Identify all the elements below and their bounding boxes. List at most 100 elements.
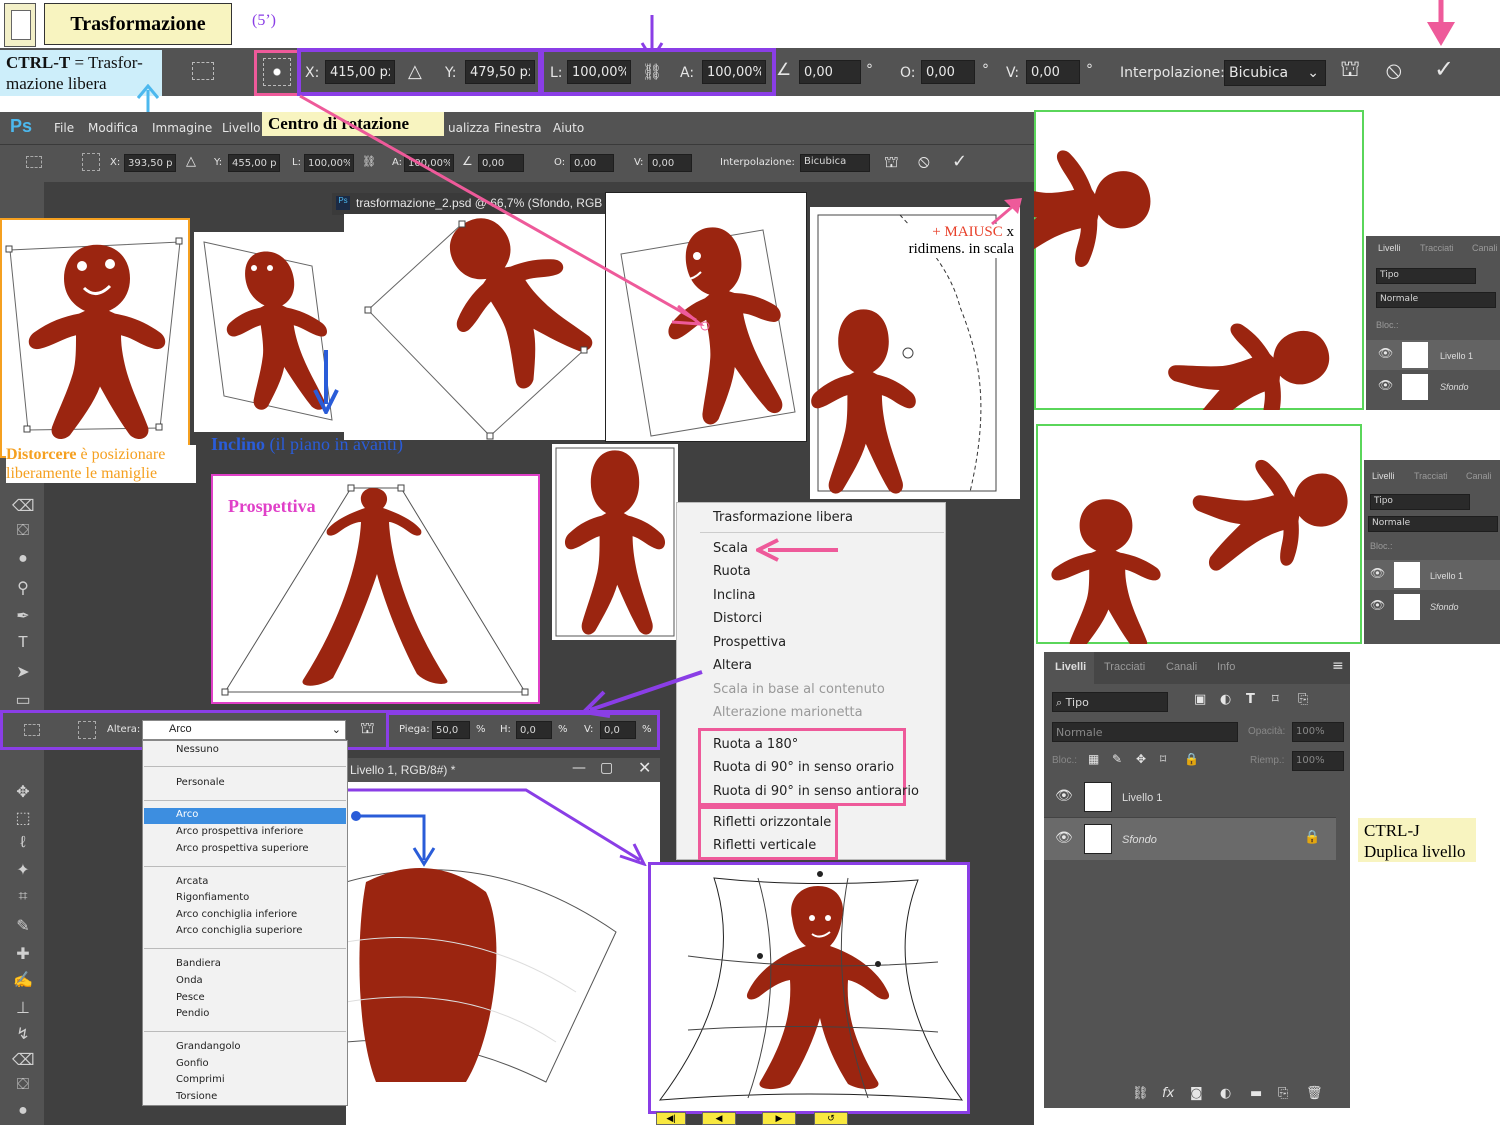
bend-field[interactable] bbox=[432, 721, 470, 739]
vdistort-field[interactable] bbox=[600, 721, 636, 739]
panel-menu-icon[interactable]: ≡ bbox=[1332, 658, 1344, 674]
heal-tool-icon[interactable]: ✚ bbox=[12, 944, 34, 964]
history-brush-icon[interactable]: ↯ bbox=[12, 1024, 34, 1044]
delete-layer-icon[interactable]: 🗑 bbox=[1306, 1086, 1323, 1101]
tab-canali[interactable]: Canali bbox=[1166, 661, 1197, 673]
warp-style-select[interactable]: Arco ⌄ bbox=[142, 720, 346, 740]
bucket2-tool-icon[interactable]: ⛋ bbox=[12, 1076, 34, 1094]
new-layer-icon[interactable]: ⎘ bbox=[1278, 1086, 1288, 1101]
hdistort-field[interactable] bbox=[516, 721, 552, 739]
menu-rotate-90-cw[interactable]: Ruota di 90° in senso orario bbox=[713, 760, 894, 775]
height-field[interactable] bbox=[702, 60, 766, 84]
transform-tool-icon[interactable] bbox=[192, 62, 214, 80]
menu-flip-vertical[interactable]: Rifletti verticale bbox=[713, 838, 816, 853]
small-delta-icon[interactable]: △ bbox=[186, 154, 196, 169]
warp-option-custom[interactable]: Personale bbox=[176, 777, 225, 788]
warp-option-arch[interactable]: Arcata bbox=[176, 876, 208, 887]
layers-blend-mode[interactable]: Normale bbox=[1052, 722, 1238, 742]
blur2-tool-icon[interactable]: ● bbox=[12, 1102, 34, 1120]
hskew-field[interactable] bbox=[921, 60, 975, 84]
eyedropper-tool-icon[interactable]: ✎ bbox=[12, 916, 34, 936]
group-icon[interactable]: ▬ bbox=[1250, 1086, 1262, 1101]
tab-canali-1[interactable]: Canali bbox=[1472, 243, 1498, 253]
filter-shape-icon[interactable]: ⌑ bbox=[1272, 692, 1279, 707]
lock-move-icon[interactable]: ✥ bbox=[1136, 752, 1146, 766]
layer-eye-icon-2[interactable]: 👁 bbox=[1055, 830, 1073, 846]
mask-icon[interactable]: ◙ bbox=[1190, 1086, 1203, 1101]
warp-option-squeeze[interactable]: Comprimi bbox=[176, 1074, 225, 1085]
menu-rotate-90-ccw[interactable]: Ruota di 90° in senso antiorario bbox=[713, 784, 919, 799]
tab-tracciati-2[interactable]: Tracciati bbox=[1414, 471, 1448, 481]
small-transform-icon[interactable] bbox=[26, 156, 42, 168]
text-tool-icon[interactable]: T bbox=[12, 634, 34, 652]
nav-return-button[interactable]: ↺ bbox=[814, 1112, 848, 1125]
blend-mode-2[interactable]: Normale bbox=[1368, 516, 1498, 532]
tab-tracciati-1[interactable]: Tracciati bbox=[1420, 243, 1454, 253]
marquee-tool-icon[interactable]: ⬚ bbox=[12, 808, 34, 828]
fill-field[interactable]: 100% bbox=[1292, 751, 1344, 771]
angle-field[interactable] bbox=[799, 60, 861, 84]
warp-bar-transform-icon[interactable] bbox=[24, 724, 40, 736]
small-x-field[interactable] bbox=[124, 154, 176, 172]
warp-option-inflate[interactable]: Gonfio bbox=[176, 1058, 209, 1069]
cancel-transform-icon[interactable]: ⦸ bbox=[1386, 56, 1402, 84]
tab-livelli-1[interactable]: Livelli bbox=[1378, 243, 1401, 253]
tab-livelli-2[interactable]: Livelli bbox=[1372, 471, 1395, 481]
layer-filter-1[interactable]: Tipo bbox=[1376, 268, 1476, 284]
warp-toggle-icon[interactable]: ⛫ bbox=[1340, 57, 1360, 85]
rect-tool-icon[interactable]: ▭ bbox=[12, 690, 34, 710]
small-y-field[interactable] bbox=[228, 154, 280, 172]
warp-option-fish[interactable]: Pesce bbox=[176, 992, 205, 1003]
vskew-field[interactable] bbox=[1026, 60, 1080, 84]
warp-option-arc-lower[interactable]: Arco prospettiva inferiore bbox=[176, 826, 303, 837]
menu-rotate-180[interactable]: Ruota a 180° bbox=[713, 737, 798, 752]
menu-immagine[interactable]: Immagine bbox=[152, 121, 212, 135]
nav-next-button[interactable]: ▶ bbox=[762, 1112, 796, 1125]
width-field[interactable] bbox=[567, 60, 631, 84]
x-field[interactable] bbox=[325, 60, 395, 84]
tab-livelli[interactable]: Livelli bbox=[1055, 661, 1086, 673]
warp-option-arc-upper[interactable]: Arco prospettiva superiore bbox=[176, 843, 309, 854]
menu-flip-horizontal[interactable]: Rifletti orizzontale bbox=[713, 815, 831, 830]
eye-icon-2b[interactable]: 👁 bbox=[1370, 598, 1385, 612]
layer-eye-icon-1[interactable]: 👁 bbox=[1055, 788, 1073, 804]
bucket-tool-icon[interactable]: ⛋ bbox=[12, 522, 34, 540]
delta-icon[interactable]: △ bbox=[408, 61, 422, 82]
filter-smart-icon[interactable]: ⎘ bbox=[1298, 692, 1308, 707]
menu-rotate[interactable]: Ruota bbox=[713, 564, 751, 579]
blend-mode-1[interactable]: Normale bbox=[1376, 292, 1496, 308]
opacity-field[interactable]: 100% bbox=[1292, 722, 1344, 742]
filter-adjust-icon[interactable]: ◐ bbox=[1220, 692, 1231, 707]
warp-option-wave[interactable]: Onda bbox=[176, 975, 203, 986]
small-warp-icon[interactable]: ⛫ bbox=[884, 152, 899, 173]
crop-tool-icon[interactable]: ⌗ bbox=[12, 888, 34, 906]
warp-option-bulge[interactable]: Rigonfiamento bbox=[176, 892, 249, 903]
small-commit-icon[interactable]: ✓ bbox=[952, 151, 967, 172]
warp-orientation-icon[interactable]: ⛫ bbox=[360, 718, 375, 739]
adjustment-icon[interactable]: ◐ bbox=[1220, 1086, 1231, 1101]
link-layers-icon[interactable]: ⛓ bbox=[1132, 1086, 1149, 1101]
lock-paint-icon[interactable]: ✎ bbox=[1112, 752, 1122, 766]
small-ref-icon[interactable] bbox=[82, 153, 100, 171]
filter-type-icon[interactable]: T bbox=[1246, 692, 1255, 707]
doc-close-icon[interactable]: ✕ bbox=[638, 758, 651, 777]
warp-option-twist[interactable]: Torsione bbox=[176, 1091, 217, 1102]
warp-option-shell-lower[interactable]: Arco conchiglia inferiore bbox=[176, 909, 297, 920]
warp-option-none[interactable]: Nessuno bbox=[176, 744, 219, 755]
menu-modifica[interactable]: Modifica bbox=[88, 121, 138, 135]
eraser2-tool-icon[interactable]: ⌫ bbox=[12, 1050, 35, 1070]
eye-icon-2a[interactable]: 👁 bbox=[1370, 566, 1385, 580]
move-tool-icon[interactable]: ✥ bbox=[12, 782, 34, 802]
warp-option-shell-upper[interactable]: Arco conchiglia superiore bbox=[176, 925, 302, 936]
path-select-tool-icon[interactable]: ➤ bbox=[12, 662, 34, 682]
commit-transform-icon[interactable]: ✓ bbox=[1434, 55, 1454, 83]
doc-minimize-icon[interactable]: — bbox=[572, 760, 586, 776]
dodge-tool-icon[interactable]: ⚲ bbox=[12, 578, 34, 598]
blur-tool-icon[interactable]: ● bbox=[12, 550, 34, 568]
warp-option-flag[interactable]: Bandiera bbox=[176, 958, 221, 969]
nav-first-button[interactable]: ◀| bbox=[656, 1112, 686, 1125]
fx-icon[interactable]: fx bbox=[1162, 1086, 1174, 1101]
stamp-tool-icon[interactable]: ⊥ bbox=[12, 998, 34, 1018]
lasso-tool-icon[interactable]: ℓ bbox=[12, 834, 34, 852]
small-interp-select[interactable]: Bicubica bbox=[800, 154, 870, 172]
